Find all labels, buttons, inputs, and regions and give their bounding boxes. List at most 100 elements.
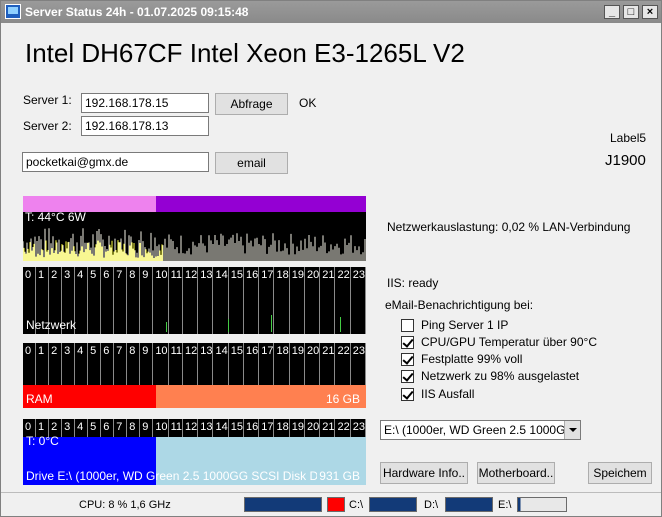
drive-graph-panel: 0 1 2 3 4 5 6 7 8 9 10 11 12 13 14 15 16 17 18 19 20 21 22 23 T…	[23, 419, 366, 485]
hour-slot: 4	[75, 343, 89, 385]
hour-slot: 5	[88, 343, 102, 385]
hour-slot: 3	[62, 419, 76, 437]
server1-label: Server 1:	[23, 93, 72, 107]
title-bar[interactable]: Server Status 24h - 01.07.2025 09:15:48 …	[1, 1, 661, 23]
hour-slot: 20	[305, 343, 321, 385]
notify-label-ping: Ping Server 1 IP	[421, 318, 509, 332]
hour-slot: 13	[198, 267, 214, 334]
hour-slot: 21	[320, 419, 336, 437]
drive-name-text: Drive E:\ (1000er, WD Green 2.5 1000GG S…	[26, 469, 351, 483]
iis-status-text: IIS: ready	[387, 276, 439, 290]
hour-slot: 15	[229, 419, 244, 437]
hour-slot: 17	[259, 343, 275, 385]
notify-option-disk[interactable]: Festplatte 99% voll	[401, 352, 522, 368]
ram-size-text: 16 GB	[325, 392, 360, 406]
hour-slot: 19	[290, 267, 305, 334]
hour-slot: 7	[114, 267, 128, 334]
hour-slot: 4	[75, 267, 89, 334]
hour-slot: 17	[259, 419, 275, 437]
hour-slot: 23	[351, 419, 366, 437]
hour-slot: 2	[49, 343, 63, 385]
server1-ip-input[interactable]: 192.168.178.15	[81, 93, 209, 113]
drive-select-value: E:\ (1000er, WD Green 2.5 1000GG S	[384, 423, 564, 437]
hour-slot: 8	[127, 267, 141, 334]
main-window: Server Status 24h - 01.07.2025 09:15:48 …	[0, 0, 662, 517]
page-title: Intel DH67CF Intel Xeon E3-1265L V2	[25, 38, 465, 68]
temperature-graph-panel: T: 44°C 6W	[23, 196, 366, 261]
notify-option-cpu-temp[interactable]: CPU/GPU Temperatur über 90°C	[401, 335, 597, 351]
email-input[interactable]: pocketkai@gmx.de	[22, 152, 209, 172]
minimize-button[interactable]: _	[604, 5, 620, 19]
notify-option-network[interactable]: Netzwerk zu 98% ausgelastet	[401, 369, 579, 385]
server2-ip-input[interactable]: 192.168.178.13	[81, 116, 209, 136]
hour-slot: 9	[140, 267, 154, 334]
hour-slot: 12	[183, 267, 199, 334]
query-status-text: OK	[299, 96, 317, 110]
hour-slot: 19	[290, 343, 305, 385]
hour-slot: 9	[140, 419, 154, 437]
close-button[interactable]: ×	[642, 5, 658, 19]
hour-slot: 8	[127, 419, 141, 437]
drive-d-label: D:\	[424, 499, 439, 511]
hour-slot: 15	[229, 267, 244, 334]
app-monitor-icon	[5, 4, 21, 19]
label5-text: Label5	[610, 131, 647, 145]
checkbox-ping[interactable]	[401, 319, 414, 333]
drive-c-label: C:\	[349, 499, 364, 511]
hour-slot: 1	[36, 343, 50, 385]
network-usage-text: Netzwerkauslastung: 0,02 % LAN-Verbindun…	[387, 220, 631, 234]
hour-slot: 5	[88, 267, 102, 334]
drive-temperature-text: T: 0°C	[26, 434, 59, 448]
notify-label-disk: Festplatte 99% voll	[421, 352, 523, 366]
checkbox-network[interactable]	[401, 370, 414, 384]
hour-slot: 13	[198, 343, 214, 385]
drive-c-meter	[369, 497, 417, 512]
chevron-down-icon[interactable]	[564, 421, 580, 439]
hour-slot: 11	[169, 419, 183, 437]
hour-slot: 16	[244, 343, 260, 385]
temperature-text: T: 44°C 6W	[25, 210, 86, 224]
save-button[interactable]: Speichem	[588, 462, 652, 484]
hour-slot: 20	[305, 267, 321, 334]
hour-slot: 3	[62, 343, 76, 385]
hour-slot: 22	[335, 267, 351, 334]
network-label: Netzwerk	[26, 318, 77, 332]
hour-slot: 11	[169, 267, 183, 334]
notify-option-iis[interactable]: IIS Ausfall	[401, 387, 474, 403]
hour-slot: 6	[101, 419, 115, 437]
hour-slot: 23	[351, 267, 366, 334]
cpu-status-text: CPU: 8 % 1,6 GHz	[79, 499, 171, 511]
drive-e-label: E:\	[498, 499, 512, 511]
hour-slot: 14	[213, 267, 229, 334]
hour-slot: 21	[320, 267, 336, 334]
hour-slot: 9	[140, 343, 154, 385]
hour-slot: 18	[274, 267, 290, 334]
drive-size-text: 931 GB	[317, 469, 360, 483]
hour-slot: 0	[23, 343, 37, 385]
temp-bar-segment-2	[156, 196, 366, 212]
notify-option-ping[interactable]: Ping Server 1 IP	[401, 318, 508, 334]
board-name-text: J1900	[605, 152, 646, 169]
motherboard-button[interactable]: Motherboard..	[477, 462, 555, 484]
notify-label-cpu-temp: CPU/GPU Temperatur über 90°C	[421, 335, 597, 349]
network-activity-mark	[340, 317, 341, 332]
server2-label: Server 2:	[23, 119, 72, 133]
hardware-info-button[interactable]: Hardware Info..	[380, 462, 468, 484]
hour-slot: 8	[127, 343, 141, 385]
hour-slot: 21	[320, 343, 336, 385]
checkbox-iis[interactable]	[401, 388, 414, 402]
hour-slot: 7	[114, 343, 128, 385]
maximize-button[interactable]: □	[623, 5, 639, 19]
query-button[interactable]: Abfrage	[215, 93, 288, 115]
checkbox-disk[interactable]	[401, 353, 414, 367]
hour-slot: 14	[213, 343, 229, 385]
hour-slot: 13	[198, 419, 214, 437]
drive-select[interactable]: E:\ (1000er, WD Green 2.5 1000GG S	[380, 420, 581, 440]
email-button[interactable]: email	[215, 152, 288, 174]
hour-slot: 16	[244, 419, 260, 437]
status-bar: CPU: 8 % 1,6 GHz C:\ D:\ E:\	[1, 492, 661, 516]
hour-slot: 10	[153, 419, 169, 437]
hour-slot: 23	[351, 343, 366, 385]
checkbox-cpu-temp[interactable]	[401, 336, 414, 350]
window-title: Server Status 24h - 01.07.2025 09:15:48	[25, 5, 249, 19]
